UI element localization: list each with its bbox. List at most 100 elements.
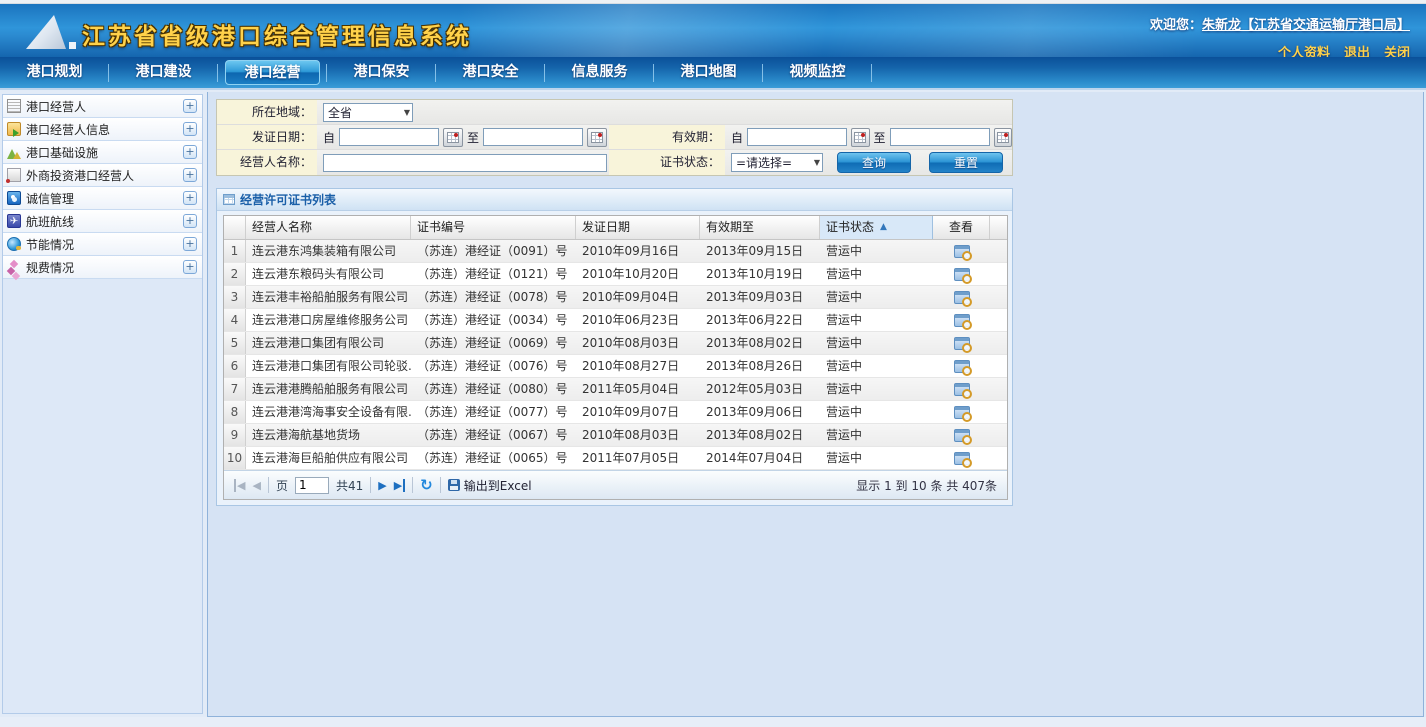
- first-page-button[interactable]: ◀: [234, 479, 245, 492]
- nav-tab[interactable]: 港口建设: [109, 56, 218, 89]
- cell-rownum: 6: [224, 355, 246, 377]
- calendar-icon: [447, 132, 459, 143]
- nav-tab[interactable]: 港口经营: [218, 56, 327, 89]
- validity-from-input[interactable]: [747, 128, 847, 146]
- nav-tab[interactable]: 信息服务: [545, 56, 654, 89]
- view-detail-button[interactable]: [954, 268, 970, 281]
- region-select[interactable]: 全省 ▼: [323, 103, 413, 122]
- table-row[interactable]: 9 连云港海航基地货场 （苏连）港经证（0067）号 2010年08月03日 2…: [224, 424, 1007, 447]
- calendar-button[interactable]: [851, 128, 869, 147]
- expand-plus-button[interactable]: +: [183, 214, 197, 228]
- nav-tab[interactable]: 视频监控: [763, 56, 872, 89]
- cert-status-select[interactable]: =请选择= ▼: [731, 153, 823, 172]
- sidebar-item[interactable]: 航班航线 +: [3, 210, 202, 233]
- last-page-button[interactable]: ▶: [394, 479, 405, 492]
- calendar-button[interactable]: [587, 128, 607, 147]
- operator-name-input[interactable]: [323, 154, 607, 172]
- sidebar-item-label: 节能情况: [26, 236, 178, 253]
- calendar-icon: [854, 132, 866, 143]
- cell-cert-status: 营运中: [820, 447, 933, 469]
- column-header-operator-name[interactable]: 经营人名称: [246, 216, 411, 239]
- integrity-icon: [7, 191, 21, 205]
- expand-plus-button[interactable]: +: [183, 145, 197, 159]
- sidebar-item[interactable]: 港口基础设施 +: [3, 141, 202, 164]
- sidebar-item[interactable]: 外商投资港口经营人 +: [3, 164, 202, 187]
- cell-issue-date: 2010年06月23日: [576, 309, 700, 331]
- cell-operator-name: 连云港港口房屋维修服务公司: [246, 309, 411, 331]
- chevron-down-icon: ▼: [808, 158, 820, 167]
- view-detail-button[interactable]: [954, 429, 970, 442]
- column-header-cert-no[interactable]: 证书编号: [411, 216, 576, 239]
- panel-title: 经营许可证书列表: [240, 191, 336, 208]
- expand-plus-button[interactable]: +: [183, 260, 197, 274]
- cell-cert-status: 营运中: [820, 240, 933, 262]
- logo-sail-icon: [26, 15, 66, 49]
- validity-to-input[interactable]: [890, 128, 990, 146]
- table-row[interactable]: 8 连云港港湾海事安全设备有限... （苏连）港经证（0077）号 2010年0…: [224, 401, 1007, 424]
- view-detail-button[interactable]: [954, 337, 970, 350]
- prev-page-button[interactable]: ◀: [252, 479, 260, 492]
- refresh-icon[interactable]: ↻: [420, 478, 433, 493]
- cell-operator-name: 连云港港口集团有限公司: [246, 332, 411, 354]
- cell-operator-name: 连云港海巨船舶供应有限公司: [246, 447, 411, 469]
- table-row[interactable]: 3 连云港丰裕船舶服务有限公司 （苏连）港经证（0078）号 2010年09月0…: [224, 286, 1007, 309]
- pager-divider: [412, 477, 413, 493]
- issue-date-from-input[interactable]: [339, 128, 439, 146]
- query-button[interactable]: 查询: [837, 152, 911, 173]
- table-row[interactable]: 10 连云港海巨船舶供应有限公司 （苏连）港经证（0065）号 2011年07月…: [224, 447, 1007, 470]
- pager-divider: [370, 477, 371, 493]
- from-label: 自: [731, 129, 743, 146]
- view-detail-button[interactable]: [954, 406, 970, 419]
- view-detail-button[interactable]: [954, 383, 970, 396]
- page-number-input[interactable]: [295, 477, 329, 494]
- table-row[interactable]: 5 连云港港口集团有限公司 （苏连）港经证（0069）号 2010年08月03日…: [224, 332, 1007, 355]
- sidebar-item[interactable]: 节能情况 +: [3, 233, 202, 256]
- expand-plus-button[interactable]: +: [183, 99, 197, 113]
- from-label: 自: [323, 129, 335, 146]
- column-header-cert-status[interactable]: 证书状态 ▲: [820, 216, 933, 239]
- cell-valid-until: 2013年09月15日: [700, 240, 820, 262]
- table-row[interactable]: 2 连云港东粮码头有限公司 （苏连）港经证（0121）号 2010年10月20日…: [224, 263, 1007, 286]
- table-row[interactable]: 7 连云港港腾船舶服务有限公司 （苏连）港经证（0080）号 2011年05月0…: [224, 378, 1007, 401]
- table-row[interactable]: 4 连云港港口房屋维修服务公司 （苏连）港经证（0034）号 2010年06月2…: [224, 309, 1007, 332]
- nav-tab-label: 港口保安: [354, 64, 410, 80]
- record-count-summary: 显示 1 到 10 条 共 407条: [856, 477, 997, 494]
- issue-date-to-input[interactable]: [483, 128, 583, 146]
- cell-issue-date: 2010年08月03日: [576, 424, 700, 446]
- sidebar-item[interactable]: 规费情况 +: [3, 256, 202, 279]
- nav-tab[interactable]: 港口安全: [436, 56, 545, 89]
- sidebar-item[interactable]: 港口经营人信息 +: [3, 118, 202, 141]
- view-detail-button[interactable]: [954, 245, 970, 258]
- nav-tab[interactable]: 港口地图: [654, 56, 763, 89]
- nav-tab[interactable]: 港口规划: [0, 56, 109, 89]
- expand-plus-button[interactable]: +: [183, 237, 197, 251]
- view-detail-button[interactable]: [954, 291, 970, 304]
- nav-tab[interactable]: 港口保安: [327, 56, 436, 89]
- expand-plus-button[interactable]: +: [183, 122, 197, 136]
- calendar-button[interactable]: [994, 128, 1012, 147]
- fee-cubes-icon: [7, 260, 21, 274]
- export-excel-button[interactable]: 输出到Excel: [448, 477, 532, 494]
- table-row[interactable]: 6 连云港港口集团有限公司轮驳... （苏连）港经证（0076）号 2010年0…: [224, 355, 1007, 378]
- cell-cert-status: 营运中: [820, 309, 933, 331]
- expand-plus-button[interactable]: +: [183, 168, 197, 182]
- nav-tab-label: 港口规划: [27, 64, 83, 80]
- cell-issue-date: 2010年10月20日: [576, 263, 700, 285]
- cell-cert-status: 营运中: [820, 424, 933, 446]
- cell-cert-no: （苏连）港经证（0065）号: [411, 447, 576, 469]
- folder-arrow-icon: [7, 122, 21, 136]
- calendar-button[interactable]: [443, 128, 463, 147]
- nav-tab-label: 信息服务: [572, 64, 628, 80]
- expand-plus-button[interactable]: +: [183, 191, 197, 205]
- view-detail-button[interactable]: [954, 452, 970, 465]
- reset-button[interactable]: 重置: [929, 152, 1003, 173]
- column-header-issue-date[interactable]: 发证日期: [576, 216, 700, 239]
- sidebar-item[interactable]: 港口经营人 +: [3, 95, 202, 118]
- next-page-button[interactable]: ▶: [378, 479, 386, 492]
- sidebar-item[interactable]: 诚信管理 +: [3, 187, 202, 210]
- table-row[interactable]: 1 连云港东鸿集装箱有限公司 （苏连）港经证（0091）号 2010年09月16…: [224, 240, 1007, 263]
- column-header-valid-until[interactable]: 有效期至: [700, 216, 820, 239]
- view-detail-button[interactable]: [954, 360, 970, 373]
- view-detail-button[interactable]: [954, 314, 970, 327]
- sidebar-item-label: 港口经营人信息: [26, 121, 178, 138]
